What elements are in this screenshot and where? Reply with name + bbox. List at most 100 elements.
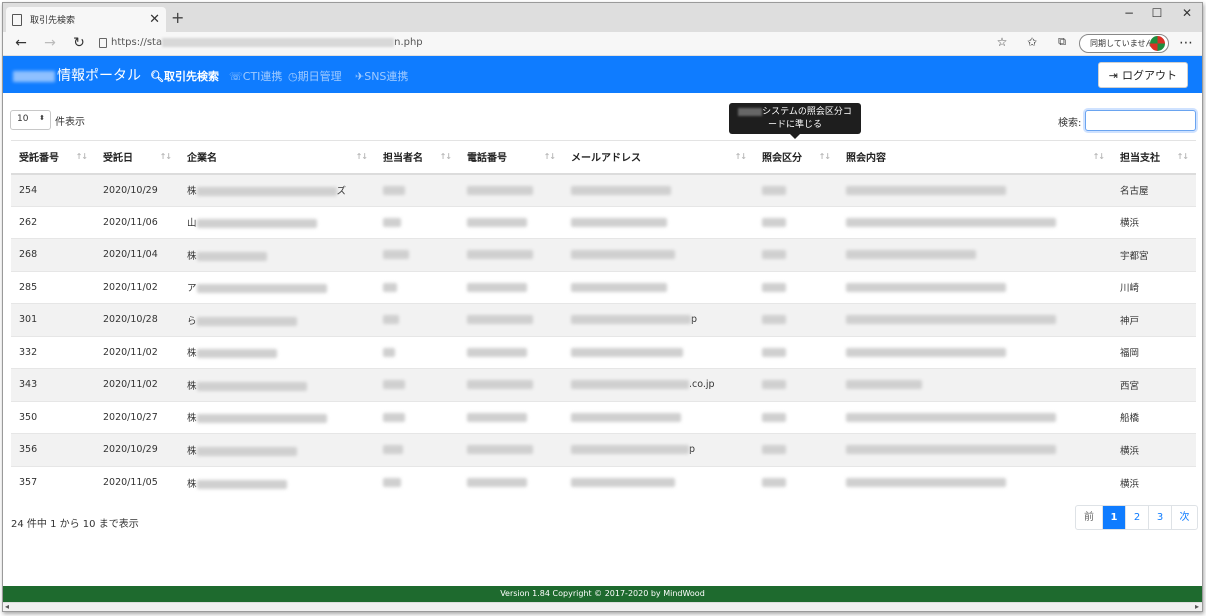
cell-kubun xyxy=(754,335,838,369)
back-icon[interactable]: ← xyxy=(12,35,30,51)
cell-company: ら xyxy=(179,303,375,336)
browser-tab[interactable]: 取引先検索 ✕ xyxy=(6,7,166,32)
page-button-3[interactable]: 3 xyxy=(1148,506,1171,529)
profile-sync-button[interactable]: 同期していません xyxy=(1079,34,1169,53)
cell-date-text: 2020/11/02 xyxy=(103,281,158,293)
redacted-text xyxy=(846,250,976,260)
column-header[interactable]: メールアドレス ↑↓ xyxy=(563,140,754,175)
horizontal-scrollbar[interactable]: ◂ ▸ xyxy=(3,602,1202,611)
redacted-text xyxy=(846,185,1006,195)
page-button-1[interactable]: 1 xyxy=(1102,506,1125,529)
refresh-icon[interactable]: ↻ xyxy=(70,35,88,51)
prev-page-button[interactable]: 前 xyxy=(1076,506,1102,529)
cell-company: 株 xyxy=(179,238,375,271)
cell-no: 254 xyxy=(11,173,95,206)
cell-person xyxy=(375,303,459,336)
column-header[interactable]: 電話番号 ↑↓ xyxy=(459,140,563,175)
table-row[interactable]: 254 2020/10/29 株ズ名古屋 xyxy=(11,173,1196,206)
page-length-select[interactable]: 10 ⬍ xyxy=(10,110,51,130)
cell-company-tail: ズ xyxy=(336,186,347,197)
table-row[interactable]: 301 2020/10/28 ら p 神戸 xyxy=(11,303,1196,336)
cell-person xyxy=(375,270,459,304)
star-icon[interactable]: ☆ xyxy=(993,35,1011,49)
redacted-text xyxy=(467,250,533,260)
tab-close-icon[interactable]: ✕ xyxy=(149,12,160,27)
sort-icon: ↑↓ xyxy=(543,152,556,161)
sort-icon: ↑↓ xyxy=(1092,152,1105,161)
nav-item-sns[interactable]: ✈SNS連携 xyxy=(355,68,408,84)
cell-company-text: 株 xyxy=(187,413,197,425)
cell-email xyxy=(563,173,754,206)
cell-company: 株 xyxy=(179,400,375,434)
cell-date-text: 2020/10/27 xyxy=(103,411,158,423)
nav-item-cti[interactable]: ☏CTI連携 xyxy=(229,68,282,84)
page-button-2[interactable]: 2 xyxy=(1125,506,1148,529)
collections-icon[interactable]: ⧉ xyxy=(1053,35,1071,49)
cell-content xyxy=(838,433,1112,466)
minimize-button[interactable]: − xyxy=(1119,6,1139,20)
next-page-button[interactable]: 次 xyxy=(1171,506,1197,529)
tooltip-line2: ードに準じる xyxy=(767,120,822,130)
cell-phone xyxy=(459,368,563,401)
sync-label: 同期していません xyxy=(1090,39,1154,48)
new-tab-button[interactable]: + xyxy=(171,8,184,27)
column-header[interactable]: 担当者名 ↑↓ xyxy=(375,140,459,175)
table-row[interactable]: 356 2020/10/29 株 p 横浜 xyxy=(11,433,1196,466)
table-row[interactable]: 350 2020/10/27 株 船橋 xyxy=(11,400,1196,434)
table-row[interactable]: 357 2020/11/05 株 横浜 xyxy=(11,465,1196,499)
column-header[interactable]: 受託番号 ↑↓ xyxy=(11,140,95,175)
column-header[interactable]: 照会区分 ↑↓ xyxy=(754,140,838,175)
cell-phone xyxy=(459,465,563,499)
cell-no: 350 xyxy=(11,400,95,434)
cell-date: 2020/11/02 xyxy=(95,368,179,401)
column-header[interactable]: 受託日 ↑↓ xyxy=(95,140,179,175)
cell-email xyxy=(563,465,754,499)
scroll-right-icon[interactable]: ▸ xyxy=(1195,602,1199,611)
forward-icon[interactable]: → xyxy=(41,35,59,51)
table-row[interactable]: 285 2020/11/02 ア 川崎 xyxy=(11,270,1196,304)
window-close-button[interactable]: ✕ xyxy=(1177,6,1197,20)
column-header[interactable]: 企業名 ↑↓ xyxy=(179,140,375,175)
cell-no-text: 262 xyxy=(19,216,38,228)
cell-company: 株 xyxy=(179,335,375,369)
search-icon: 🔍︎ xyxy=(150,70,164,83)
cell-kubun xyxy=(754,368,838,401)
address-bar[interactable]: https://sta n.php xyxy=(111,37,423,48)
redacted-text xyxy=(571,347,683,357)
cell-email-tail: .co.jp xyxy=(689,379,715,391)
cell-branch: 川崎 xyxy=(1112,270,1196,304)
table-header-row: 受託番号 ↑↓ 受託日 ↑↓ 企業名 ↑↓ 担当者名 ↑↓ 電話番号 ↑↓ メールアドレス ↑↓ 照会区… xyxy=(11,140,1196,175)
nav-item-deadline[interactable]: ◷期日管理 xyxy=(288,68,342,84)
nav-item-search[interactable]: 🔍︎取引先検索 xyxy=(150,68,219,84)
redacted-text xyxy=(467,315,533,325)
table-row[interactable]: 268 2020/11/04 株 宇都宮 xyxy=(11,238,1196,271)
cell-person xyxy=(375,335,459,369)
redacted-text xyxy=(467,412,527,422)
redacted-text xyxy=(762,185,786,195)
redacted-text xyxy=(383,315,399,325)
logout-button[interactable]: ⇥ ログアウト xyxy=(1097,62,1188,88)
redacted-text xyxy=(383,250,409,260)
browser-window: 取引先検索 ✕ + − ☐ ✕ ← → ↻ https://sta n.php ☆… xyxy=(2,2,1203,612)
column-header[interactable]: 照会内容 ↑↓ xyxy=(838,140,1112,175)
more-icon[interactable]: ⋯ xyxy=(1177,35,1195,51)
redacted-text xyxy=(383,185,405,195)
redacted-text xyxy=(383,478,401,487)
scroll-left-icon[interactable]: ◂ xyxy=(5,602,9,611)
column-header-label: 担当支社 xyxy=(1120,153,1160,165)
cell-company: 山 xyxy=(179,205,375,239)
column-header[interactable]: 担当支社 ↑↓ xyxy=(1112,140,1196,175)
cell-company-text: 株 xyxy=(187,186,197,197)
table-row[interactable]: 332 2020/11/02 株 福岡 xyxy=(11,335,1196,369)
table-row[interactable]: 262 2020/11/06 山 横浜 xyxy=(11,205,1196,239)
brand[interactable]: 情報ポータル xyxy=(13,65,141,85)
cell-phone xyxy=(459,335,563,369)
cell-branch-text: 宇都宮 xyxy=(1120,250,1149,262)
table-row[interactable]: 343 2020/11/02 株 .co.jp 西宮 xyxy=(11,368,1196,401)
maximize-button[interactable]: ☐ xyxy=(1147,6,1167,20)
search-input[interactable] xyxy=(1085,110,1196,131)
favorites-icon[interactable]: ✩ xyxy=(1023,35,1041,49)
cell-company-text: 山 xyxy=(187,218,197,230)
cell-date-text: 2020/10/29 xyxy=(103,184,158,196)
column-header-label: 照会内容 xyxy=(846,153,886,165)
